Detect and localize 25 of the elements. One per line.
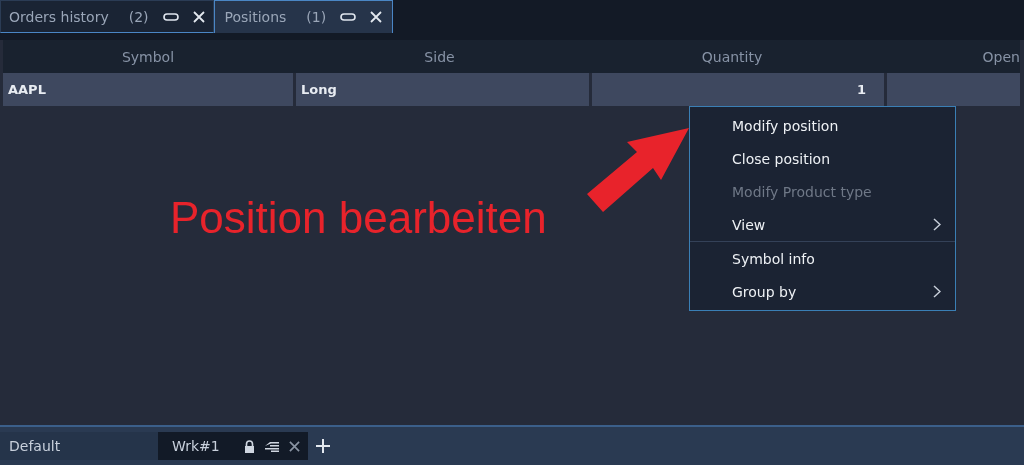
table-cell: Long: [296, 73, 589, 106]
rename-icon[interactable]: [264, 440, 279, 452]
close-icon[interactable]: [288, 440, 300, 452]
menu-item[interactable]: Close position: [690, 142, 955, 175]
menu-item[interactable]: Symbol info: [690, 242, 955, 275]
lock-icon[interactable]: [243, 439, 255, 453]
menu-item[interactable]: View: [690, 208, 955, 241]
table-cell: AAPL: [3, 73, 293, 106]
chevron-right-icon: [933, 285, 941, 298]
workspace-tab[interactable]: Wrk#1: [158, 432, 308, 460]
column-header[interactable]: Symbol: [3, 48, 293, 65]
tab[interactable]: Orders history (2): [0, 0, 214, 33]
column-header[interactable]: Open: [878, 48, 1020, 65]
table-cell: 1: [592, 73, 884, 106]
column-header[interactable]: Quantity: [586, 48, 878, 65]
add-icon[interactable]: [315, 439, 330, 453]
chevron-right-icon: [933, 218, 941, 231]
column-header[interactable]: Side: [293, 48, 586, 65]
menu-item[interactable]: Group by: [690, 275, 955, 308]
menu-item[interactable]: Modify position: [690, 109, 955, 142]
layout-name[interactable]: Default: [0, 432, 158, 460]
link-icon[interactable]: [162, 12, 179, 21]
annotation-text: Position bearbeiten: [170, 193, 547, 243]
link-icon[interactable]: [340, 13, 357, 21]
tab[interactable]: Positions (1): [213, 0, 394, 33]
